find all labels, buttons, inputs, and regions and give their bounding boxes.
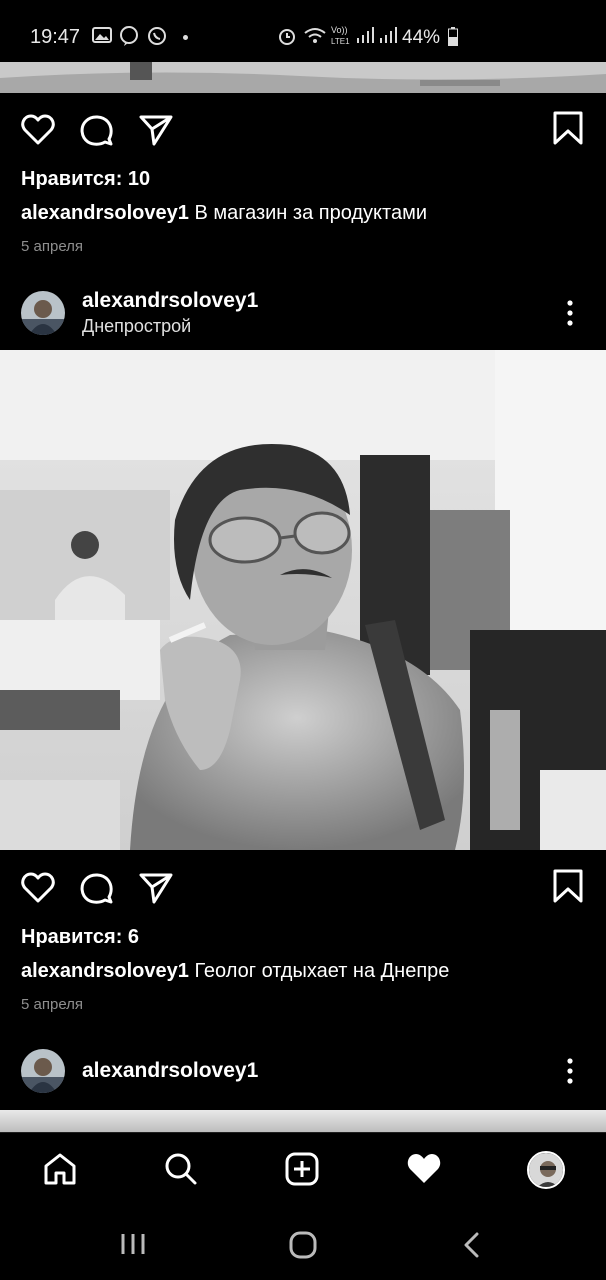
post-photo-previous[interactable] bbox=[0, 62, 606, 93]
more-icon[interactable] bbox=[565, 300, 575, 326]
alarm-icon bbox=[279, 29, 295, 45]
like-icon[interactable] bbox=[21, 113, 55, 147]
comment-icon[interactable] bbox=[80, 113, 114, 147]
bookmark-icon[interactable] bbox=[551, 869, 585, 903]
post-date: 5 апреля bbox=[21, 238, 84, 255]
post-username[interactable]: alexandrsolovey1 bbox=[82, 1059, 258, 1083]
likes-count[interactable]: Нравится: 6 bbox=[21, 926, 139, 949]
search-icon[interactable] bbox=[164, 1152, 198, 1186]
svg-text:LTE1: LTE1 bbox=[331, 37, 350, 46]
activity-icon[interactable] bbox=[406, 1153, 442, 1185]
signal-icon bbox=[357, 27, 374, 43]
signal-icon-2 bbox=[380, 27, 397, 43]
bookmark-icon[interactable] bbox=[551, 111, 585, 145]
post-photo-next[interactable] bbox=[0, 1110, 606, 1132]
caption-text: Геолог отдыхает на Днепре bbox=[194, 960, 450, 982]
post-username[interactable]: alexandrsolovey1 bbox=[82, 289, 258, 313]
battery-icon bbox=[448, 27, 458, 46]
battery-percent: 44% bbox=[402, 27, 441, 48]
recent-apps-icon[interactable] bbox=[120, 1232, 146, 1256]
bottom-nav bbox=[0, 1132, 606, 1205]
viber-icon bbox=[120, 26, 138, 46]
gallery-icon bbox=[92, 27, 112, 43]
back-icon[interactable] bbox=[462, 1232, 482, 1258]
avatar[interactable] bbox=[21, 291, 65, 335]
svg-text:Vo)): Vo)) bbox=[331, 25, 348, 35]
comment-icon[interactable] bbox=[80, 871, 114, 905]
wifi-icon bbox=[304, 28, 326, 43]
status-time: 19:47 bbox=[30, 26, 81, 48]
add-icon[interactable] bbox=[285, 1152, 319, 1186]
caption-username[interactable]: alexandrsolovey1 bbox=[21, 960, 189, 982]
post-caption: alexandrsolovey1 Геолог отдыхает на Днеп… bbox=[21, 960, 449, 983]
likes-count[interactable]: Нравится: 10 bbox=[21, 168, 150, 191]
caption-username[interactable]: alexandrsolovey1 bbox=[21, 202, 189, 224]
share-icon[interactable] bbox=[139, 871, 173, 905]
post-date: 5 апреля bbox=[21, 996, 84, 1013]
home-button-icon[interactable] bbox=[289, 1231, 317, 1259]
more-icon[interactable] bbox=[565, 1058, 575, 1084]
post-photo[interactable] bbox=[0, 350, 606, 850]
lte-icon: Vo)) LTE1 bbox=[331, 25, 350, 46]
home-icon[interactable] bbox=[43, 1152, 77, 1186]
notification-dot-icon bbox=[183, 35, 188, 40]
post-location[interactable]: Днепрострой bbox=[82, 316, 191, 337]
avatar[interactable] bbox=[21, 1049, 65, 1093]
share-icon[interactable] bbox=[139, 113, 173, 147]
like-icon[interactable] bbox=[21, 871, 55, 905]
status-bar: 19:47 Vo)) LTE1 44% bbox=[0, 0, 606, 62]
caption-text: В магазин за продуктами bbox=[194, 202, 428, 224]
profile-avatar[interactable] bbox=[527, 1151, 565, 1189]
system-nav-bar bbox=[0, 1204, 606, 1280]
post-caption: alexandrsolovey1 В магазин за продуктами bbox=[21, 202, 427, 225]
whatsapp-icon bbox=[148, 27, 166, 45]
